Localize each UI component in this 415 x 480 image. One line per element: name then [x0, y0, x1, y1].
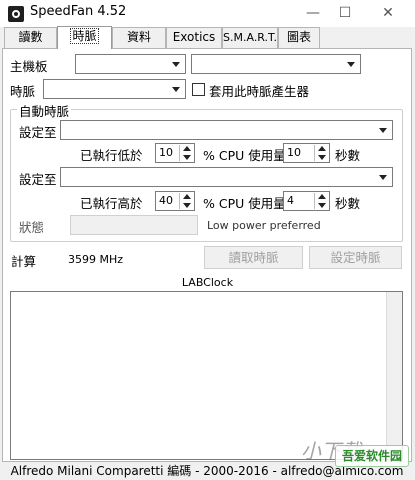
motherboard-model-select[interactable] — [191, 54, 361, 74]
use-generator-checkbox[interactable] — [192, 83, 205, 96]
status-field — [70, 215, 198, 235]
set-to-high-label: 設定至 — [19, 172, 57, 187]
low-seconds-value: 10 — [287, 146, 301, 159]
tab-exotics-label: Exotics — [172, 30, 216, 44]
tab-info-label: 資料 — [126, 30, 151, 44]
high-cpu-usage-label: % CPU 使用量 — [203, 196, 286, 211]
tab-info[interactable]: 資料 — [112, 27, 166, 48]
low-clock-select[interactable] — [60, 120, 393, 140]
high-cpu-percent-value: 40 — [159, 194, 173, 207]
low-seconds-label: 秒數 — [335, 148, 361, 163]
labclock-title: LABClock — [181, 276, 234, 289]
clock-label: 時脈 — [10, 84, 36, 99]
close-button[interactable]: ✕ — [368, 0, 408, 27]
up-down-arrows-icon[interactable] — [179, 193, 193, 209]
auto-clock-group-title: 自動時脈 — [17, 101, 72, 120]
tab-readings[interactable]: 讀數 — [4, 27, 57, 48]
window-title: SpeedFan 4.52 — [30, 4, 127, 19]
status-text: Low power preferred — [207, 219, 321, 232]
maximize-button[interactable]: ☐ — [325, 0, 365, 27]
tab-smart-label: S.M.A.R.T. — [223, 31, 277, 44]
watermark-badge: 吾爱软件园 — [335, 445, 409, 467]
tab-charts-label: 圖表 — [286, 30, 311, 44]
motherboard-label: 主機板 — [10, 59, 48, 74]
tab-readings-label: 讀數 — [18, 30, 43, 44]
up-down-arrows-icon[interactable] — [314, 193, 328, 209]
above-label: 已執行高於 — [80, 196, 143, 211]
high-seconds-label: 秒數 — [335, 196, 361, 211]
high-seconds-value: 4 — [287, 194, 294, 207]
chevron-down-icon — [169, 55, 183, 73]
high-cpu-percent-spinner[interactable]: 40 — [155, 191, 195, 211]
chevron-down-icon — [376, 121, 390, 139]
tab-charts[interactable]: 圖表 — [278, 27, 320, 48]
low-cpu-percent-value: 10 — [159, 146, 173, 159]
up-down-arrows-icon[interactable] — [179, 145, 193, 161]
status-label: 狀態 — [19, 220, 45, 235]
tab-exotics[interactable]: Exotics — [166, 27, 222, 48]
chevron-down-icon — [376, 168, 390, 186]
high-clock-select[interactable] — [60, 167, 393, 187]
calc-value: 3599 MHz — [68, 253, 124, 266]
low-seconds-spinner[interactable]: 10 — [283, 143, 330, 163]
tab-smart[interactable]: S.M.A.R.T. — [222, 27, 278, 48]
high-seconds-spinner[interactable]: 4 — [283, 191, 330, 211]
below-label: 已執行低於 — [80, 148, 143, 163]
clock-generator-select[interactable] — [43, 79, 186, 99]
chevron-down-icon — [169, 80, 183, 98]
read-clock-button[interactable]: 讀取時脈 — [204, 246, 303, 269]
set-to-low-label: 設定至 — [19, 125, 57, 140]
speedfan-app-icon — [8, 6, 24, 22]
low-cpu-percent-spinner[interactable]: 10 — [155, 143, 195, 163]
tab-clock[interactable]: 時脈 — [57, 26, 112, 49]
low-cpu-usage-label: % CPU 使用量 — [203, 148, 286, 163]
chevron-down-icon — [344, 55, 358, 73]
use-generator-label: 套用此時脈產生器 — [209, 84, 310, 99]
labclock-scrollbar[interactable] — [386, 292, 402, 459]
calc-label: 計算 — [11, 254, 37, 269]
set-clock-button[interactable]: 設定時脈 — [309, 246, 402, 269]
up-down-arrows-icon[interactable] — [314, 145, 328, 161]
motherboard-select[interactable] — [75, 54, 186, 74]
tab-clock-label: 時脈 — [70, 28, 99, 44]
